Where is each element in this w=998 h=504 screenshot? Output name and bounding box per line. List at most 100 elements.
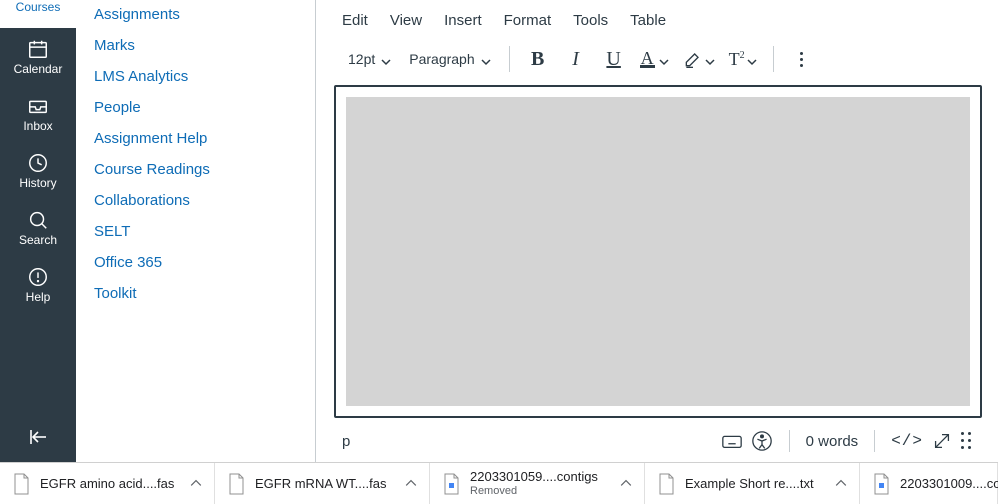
collapse-icon [26,425,50,449]
highlighter-icon [683,49,703,69]
editor-area: Edit View Insert Format Tools Table 12pt… [316,0,998,462]
history-icon [27,152,49,174]
block-format-select[interactable]: Paragraph [403,51,496,67]
nav-lms-analytics[interactable]: LMS Analytics [94,68,297,85]
download-name: EGFR mRNA WT....fas [255,477,386,491]
download-name: 2203301059....contigs [470,470,598,484]
course-nav: Assignments Marks LMS Analytics People A… [76,0,316,462]
editor-toolbar: 12pt Paragraph B I U A T2 [332,39,982,85]
nav-collaborations[interactable]: Collaborations [94,192,297,209]
element-path[interactable]: p [342,433,713,450]
rail-courses[interactable]: Courses [0,0,76,28]
inbox-icon [27,95,49,117]
rail-collapse-button[interactable] [0,412,76,462]
menu-edit[interactable]: Edit [342,12,368,29]
italic-icon: I [572,48,579,71]
rail-inbox-label: Inbox [23,119,52,133]
menu-view[interactable]: View [390,12,422,29]
download-name: Example Short re....txt [685,477,814,491]
bold-button[interactable]: B [522,43,554,75]
chevron-down-icon [747,54,757,64]
download-item[interactable]: Example Short re....txt [645,463,860,504]
font-size-value: 12pt [348,51,375,67]
underline-button[interactable]: U [598,43,630,75]
search-icon [27,209,49,231]
rail-courses-label: Courses [16,0,61,14]
italic-button[interactable]: I [560,43,592,75]
kebab-icon [790,52,814,67]
download-name: EGFR amino acid....fas [40,477,174,491]
statusbar-separator [789,430,790,452]
nav-office365[interactable]: Office 365 [94,254,297,271]
editor-frame [334,85,982,418]
editor-statusbar: p 0 words </> [332,424,982,462]
menu-table[interactable]: Table [630,12,666,29]
menu-tools[interactable]: Tools [573,12,608,29]
chevron-down-icon [481,54,491,64]
download-status: Removed [470,484,598,498]
menu-format[interactable]: Format [504,12,552,29]
calendar-icon [27,38,49,60]
word-count[interactable]: 0 words [806,433,859,450]
nav-marks[interactable]: Marks [94,37,297,54]
superscript-button[interactable]: T2 [725,43,761,75]
file-icon [12,473,30,495]
download-item[interactable]: EGFR mRNA WT....fas [215,463,430,504]
rail-search[interactable]: Search [0,199,76,256]
global-nav-rail: Courses Calendar Inbox History Search He… [0,0,76,462]
toolbar-separator [509,46,510,72]
nav-assignment-help[interactable]: Assignment Help [94,130,297,147]
more-options-button[interactable] [786,43,818,75]
chevron-down-icon [381,54,391,64]
editor-canvas[interactable] [346,97,970,406]
statusbar-separator [874,430,875,452]
menu-insert[interactable]: Insert [444,12,482,29]
file-icon [227,473,245,495]
chevron-down-icon [705,54,715,64]
rail-help[interactable]: Help [0,256,76,313]
nav-toolkit[interactable]: Toolkit [94,285,297,302]
font-size-select[interactable]: 12pt [342,51,397,67]
bold-icon: B [531,48,544,71]
text-color-icon: A [640,51,655,68]
rail-history-label: History [19,176,56,190]
accessibility-icon [751,430,773,452]
nav-selt[interactable]: SELT [94,223,297,240]
rail-history[interactable]: History [0,142,76,199]
rail-search-label: Search [19,233,57,247]
accessibility-checker-button[interactable] [751,430,773,452]
rail-calendar-label: Calendar [14,62,63,76]
highlight-button[interactable] [679,43,719,75]
download-item[interactable]: 2203301059....contigs Removed [430,463,645,504]
html-editor-button[interactable]: </> [891,432,923,450]
rail-help-label: Help [26,290,51,304]
rail-inbox[interactable]: Inbox [0,85,76,142]
help-icon [27,266,49,288]
rail-calendar[interactable]: Calendar [0,28,76,85]
file-icon [442,473,460,495]
download-menu-button[interactable] [835,476,847,492]
keyboard-shortcuts-button[interactable] [721,430,743,452]
fullscreen-button[interactable] [931,430,953,452]
resize-handle[interactable] [961,432,972,450]
keyboard-icon [721,430,743,452]
block-format-value: Paragraph [409,51,474,67]
download-menu-button[interactable] [190,476,202,492]
download-item[interactable]: 2203301009....co [860,463,998,504]
superscript-icon: T2 [729,49,745,70]
nav-course-readings[interactable]: Course Readings [94,161,297,178]
download-menu-button[interactable] [405,476,417,492]
nav-assignments[interactable]: Assignments [94,6,297,23]
file-icon [872,473,890,495]
download-item[interactable]: EGFR amino acid....fas [0,463,215,504]
editor-menubar: Edit View Insert Format Tools Table [332,4,982,39]
downloads-bar: EGFR amino acid....fas EGFR mRNA WT....f… [0,462,998,504]
download-menu-button[interactable] [620,476,632,492]
chevron-down-icon [659,54,669,64]
text-color-button[interactable]: A [636,43,673,75]
file-icon [657,473,675,495]
underline-icon: U [606,48,620,71]
toolbar-separator [773,46,774,72]
nav-people[interactable]: People [94,99,297,116]
download-name: 2203301009....co [900,477,998,491]
